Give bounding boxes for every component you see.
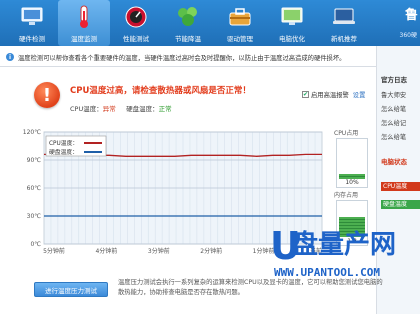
- log-link[interactable]: 鲁大师安: [381, 90, 406, 99]
- settings-link[interactable]: 设置: [353, 90, 366, 99]
- tab-label: 温度监测: [71, 35, 97, 43]
- tab-label: 新机推荐: [331, 35, 357, 43]
- speedometer-icon: [123, 4, 149, 30]
- tab-label: 硬件检测: [19, 35, 45, 43]
- tab-temperature-monitor[interactable]: 温度监测: [58, 0, 110, 46]
- watermark-letter: U: [270, 224, 301, 268]
- disk-temp-label: 硬盘温度：: [126, 105, 159, 113]
- tab-new-pc[interactable]: 新机推荐: [318, 0, 370, 46]
- x-tick-label: 4分钟前: [95, 247, 117, 255]
- tab-label: 驱动管理: [227, 35, 253, 43]
- watermark: U 盘量产网 WWW.UPANTOOL.COM: [270, 224, 420, 314]
- log-link[interactable]: 怎么给记: [381, 118, 406, 127]
- disk-temp-status: 正常: [158, 105, 172, 113]
- info-notice: i 温度检测可以帮你查看各个重要硬件的温度，当硬件温度过高时会及时提醒你，以防止…: [0, 50, 376, 64]
- legend-label: 硬盘温度：: [49, 148, 78, 156]
- cpu-temp-status-bar: CPU温度: [381, 182, 420, 191]
- toolbox-icon: [227, 4, 253, 30]
- leaf-icon: [175, 4, 201, 30]
- warning-exclamation-icon: !: [34, 82, 60, 108]
- disk-temp-status-bar: 硬盘温度: [381, 200, 420, 209]
- y-tick-label: 90℃: [27, 157, 42, 164]
- alarm-label: 启用高温报警: [311, 92, 349, 99]
- tab-driver-management[interactable]: 驱动管理: [214, 0, 266, 46]
- pc-status-title: 电脑状态: [381, 158, 407, 166]
- y-tick-label: 0℃: [30, 241, 41, 248]
- brand-subtitle: 360硬: [399, 32, 417, 39]
- official-log-title: 官方日志: [381, 76, 407, 84]
- stress-test-button[interactable]: 进行温度压力测试: [34, 282, 108, 297]
- y-tick-label: 60℃: [27, 185, 42, 192]
- log-link[interactable]: 怎么给笔: [381, 104, 406, 113]
- x-tick-label: 5分钟前: [43, 247, 65, 255]
- cpu-temp-label: CPU温度：: [70, 105, 103, 113]
- watermark-text: 盘量产网: [292, 230, 397, 260]
- info-icon: i: [6, 53, 14, 61]
- alarm-checkbox[interactable]: ✔: [302, 91, 309, 98]
- warning-title: CPU温度过高，请检查散热器或风扇是否正常！: [70, 86, 251, 96]
- alarm-settings: ✔ 启用高温报警 设置: [302, 90, 365, 99]
- screen-icon: [279, 4, 305, 30]
- tab-performance-test[interactable]: 性能测试: [110, 0, 162, 46]
- warning-status-line: CPU温度：异常 硬盘温度：正常: [70, 103, 172, 113]
- watermark-url: WWW.UPANTOOL.COM: [274, 266, 380, 279]
- main-toolbar: 硬件检测 温度监测 性能测试 节能降温 驱动管理 电脑优化 新机推荐 鲁 360…: [0, 0, 420, 46]
- cpu-usage-value: 10%: [345, 179, 359, 186]
- memory-usage-title: 内存占用: [334, 192, 359, 199]
- laptop-icon: [331, 4, 357, 30]
- tab-energy-saving[interactable]: 节能降温: [162, 0, 214, 46]
- divider: [0, 66, 376, 67]
- tab-label: 性能测试: [123, 35, 149, 43]
- tab-hardware-check[interactable]: 硬件检测: [6, 0, 58, 46]
- tab-label: 电脑优化: [279, 35, 305, 43]
- tab-label: 节能降温: [175, 35, 201, 43]
- notice-text: 温度检测可以帮你查看各个重要硬件的温度，当硬件温度过高时会及时提醒你，以防止由于…: [18, 54, 346, 62]
- monitor-icon: [19, 4, 45, 30]
- y-tick-label: 120℃: [23, 129, 41, 136]
- brand-logo: 鲁: [404, 8, 418, 23]
- log-link[interactable]: 怎么给笔: [381, 132, 406, 141]
- x-tick-label: 2分钟前: [200, 247, 222, 255]
- y-tick-label: 30℃: [27, 213, 42, 220]
- cpu-temp-status: 异常: [102, 105, 116, 113]
- tab-pc-optimize[interactable]: 电脑优化: [266, 0, 318, 46]
- cpu-usage-title: CPU占用: [334, 130, 359, 137]
- x-tick-label: 3分钟前: [148, 247, 170, 255]
- legend-label: CPU温度：: [49, 139, 78, 147]
- thermometer-icon: [71, 4, 97, 30]
